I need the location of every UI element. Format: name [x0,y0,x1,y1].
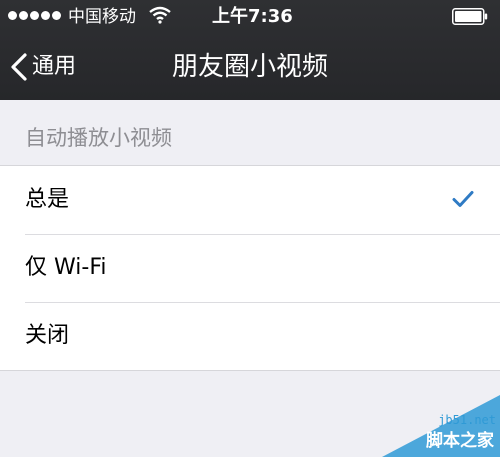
watermark-url: jb51.net [438,413,496,427]
battery-icon [452,8,488,25]
option-off[interactable]: 关闭 [0,302,500,370]
navigation-bar: 通用 朋友圈小视频 [0,34,500,100]
status-bar: 中国移动 上午7:36 [0,0,500,34]
top-bar: 中国移动 上午7:36 通用 朋友圈小视频 [0,0,500,100]
watermark: jb51.net 脚本之家 [382,395,500,457]
option-always[interactable]: 总是 [0,166,500,234]
section-header: 自动播放小视频 [25,126,172,150]
option-label: 关闭 [25,323,70,348]
carrier-label: 中国移动 [68,7,136,27]
watermark-name: 脚本之家 [426,431,494,451]
option-wifi-only[interactable]: 仅 Wi-Fi [0,234,500,302]
status-time: 上午7:36 [212,6,293,27]
option-label: 仅 Wi-Fi [25,255,107,280]
autoplay-options-list: 总是 仅 Wi-Fi 关闭 [0,165,500,371]
signal-dots-icon [8,11,61,20]
wifi-icon [149,6,171,24]
checkmark-icon [452,191,474,207]
page-title: 朋友圈小视频 [171,52,328,82]
option-label: 总是 [25,187,70,212]
